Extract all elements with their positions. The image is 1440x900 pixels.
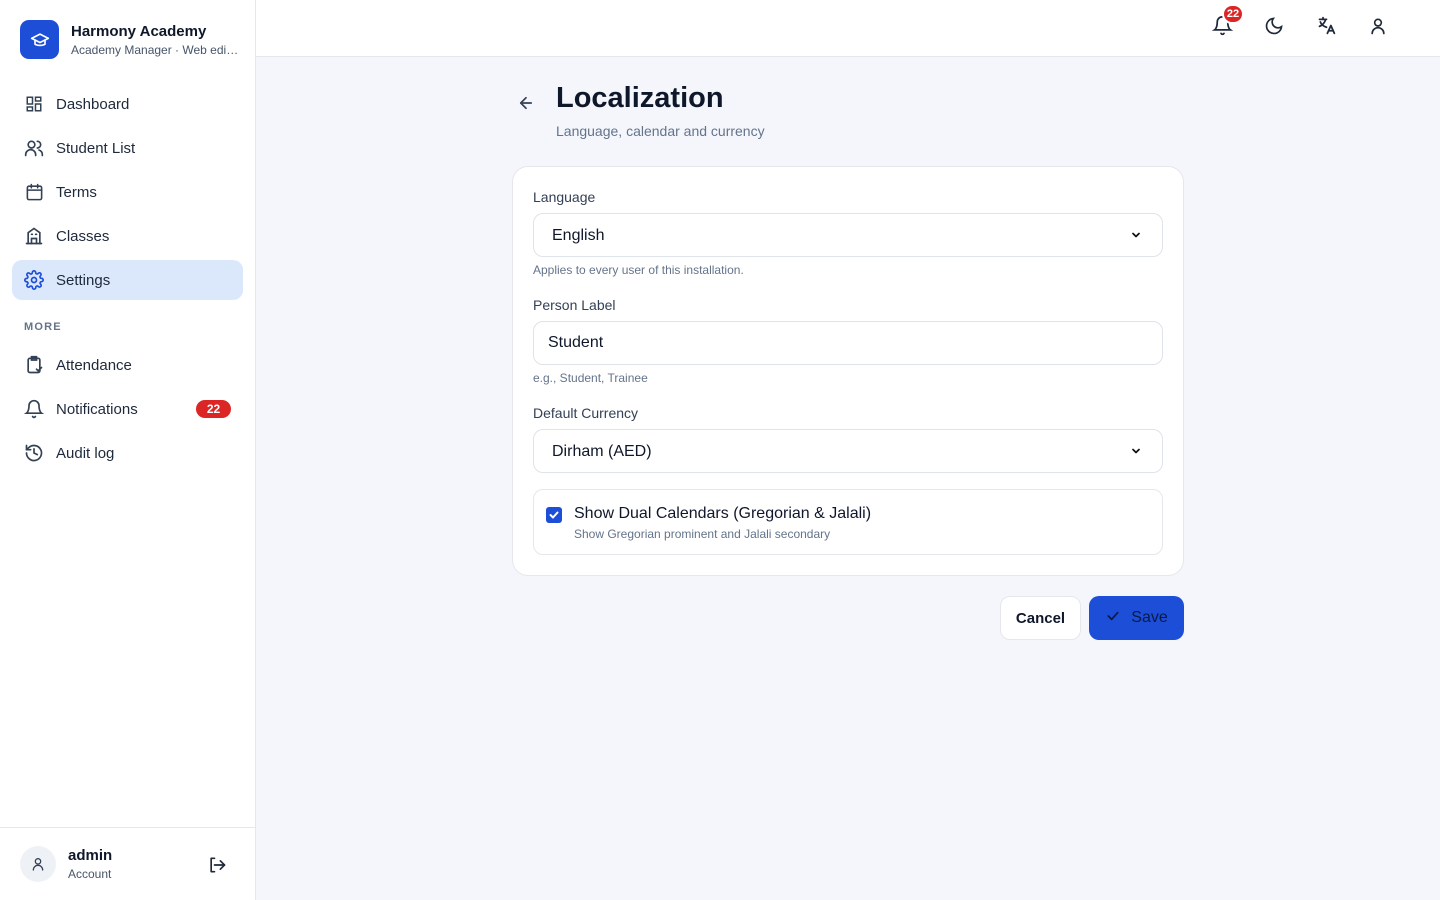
user-name: admin bbox=[68, 847, 113, 864]
sidebar-item-label: Classes bbox=[56, 227, 110, 245]
save-button-label: Save bbox=[1131, 609, 1168, 626]
clipboard-icon bbox=[24, 355, 44, 375]
sidebar-item-terms[interactable]: Terms bbox=[12, 172, 243, 212]
logout-icon[interactable] bbox=[205, 853, 229, 877]
profile-button[interactable] bbox=[1364, 14, 1392, 42]
notification-count-badge: 22 bbox=[1222, 4, 1244, 24]
language-label: Language bbox=[533, 189, 596, 205]
sidebar-item-settings[interactable]: Settings bbox=[12, 260, 243, 300]
sidebar-item-label: Notifications bbox=[56, 400, 138, 418]
building-icon bbox=[24, 226, 44, 246]
brand: Harmony Academy Academy Manager · Web ed… bbox=[20, 20, 239, 59]
user-panel: admin Account bbox=[0, 827, 255, 900]
notification-count-badge: 22 bbox=[196, 400, 231, 418]
sidebar-item-label: Terms bbox=[56, 183, 97, 201]
sidebar-item-label: Attendance bbox=[56, 356, 132, 374]
person-label-label: Person Label bbox=[533, 297, 616, 313]
page-subtitle: Language, calendar and currency bbox=[556, 123, 765, 139]
brand-subtitle: Academy Manager · Web edition bbox=[71, 42, 239, 57]
cancel-button[interactable]: Cancel bbox=[1000, 596, 1081, 640]
dual-calendar-checkbox[interactable] bbox=[546, 507, 562, 523]
sidebar-item-audit-log[interactable]: Audit log bbox=[12, 433, 243, 473]
language-hint: Applies to every user of this installati… bbox=[533, 263, 744, 277]
sidebar-item-dashboard[interactable]: Dashboard bbox=[12, 84, 243, 124]
bell-icon bbox=[24, 399, 44, 419]
sidebar-item-label: Student List bbox=[56, 139, 136, 157]
back-button[interactable] bbox=[514, 94, 538, 116]
translate-icon bbox=[1316, 15, 1337, 41]
sidebar-item-classes[interactable]: Classes bbox=[12, 216, 243, 256]
dual-calendar-description: Show Gregorian prominent and Jalali seco… bbox=[574, 527, 831, 541]
localization-form-card: Language English Applies to every user o… bbox=[512, 166, 1184, 576]
sidebar-item-notifications[interactable]: Notifications 22 bbox=[12, 389, 243, 429]
check-icon bbox=[1105, 608, 1121, 629]
theme-toggle-button[interactable] bbox=[1260, 14, 1288, 42]
user-role: Account bbox=[68, 867, 112, 881]
top-bar: 22 bbox=[256, 0, 1440, 57]
sidebar-item-label: Settings bbox=[56, 271, 111, 289]
gear-icon bbox=[24, 270, 44, 290]
sidebar-item-label: Audit log bbox=[56, 444, 115, 462]
person-label-hint: e.g., Student, Trainee bbox=[533, 371, 648, 385]
sidebar-item-label: Dashboard bbox=[56, 95, 130, 113]
history-icon bbox=[24, 443, 44, 463]
section-label-more: MORE bbox=[24, 321, 62, 333]
page-title: Localization bbox=[556, 82, 724, 114]
brand-title: Harmony Academy bbox=[71, 22, 207, 40]
sidebar: Harmony Academy Academy Manager · Web ed… bbox=[0, 0, 256, 900]
calendar-icon bbox=[24, 182, 44, 202]
notifications-button[interactable]: 22 bbox=[1208, 4, 1244, 42]
moon-icon bbox=[1264, 16, 1284, 41]
sidebar-item-attendance[interactable]: Attendance bbox=[12, 345, 243, 385]
graduation-cap-icon bbox=[20, 20, 59, 59]
save-button[interactable]: Save bbox=[1089, 596, 1184, 640]
user-icon bbox=[1368, 16, 1388, 41]
sidebar-item-student-list[interactable]: Student List bbox=[12, 128, 243, 168]
person-label-input[interactable] bbox=[533, 321, 1163, 365]
currency-select[interactable]: Dirham (AED) bbox=[533, 429, 1163, 473]
currency-label: Default Currency bbox=[533, 405, 639, 421]
arrow-left-icon bbox=[517, 94, 535, 117]
avatar bbox=[20, 846, 56, 882]
dashboard-icon bbox=[24, 94, 44, 114]
users-icon bbox=[24, 138, 44, 158]
language-select[interactable]: English bbox=[533, 213, 1163, 257]
dual-calendar-option: Show Dual Calendars (Gregorian & Jalali)… bbox=[533, 489, 1163, 555]
dual-calendar-label: Show Dual Calendars (Gregorian & Jalali) bbox=[574, 505, 872, 522]
language-button[interactable] bbox=[1312, 14, 1340, 42]
